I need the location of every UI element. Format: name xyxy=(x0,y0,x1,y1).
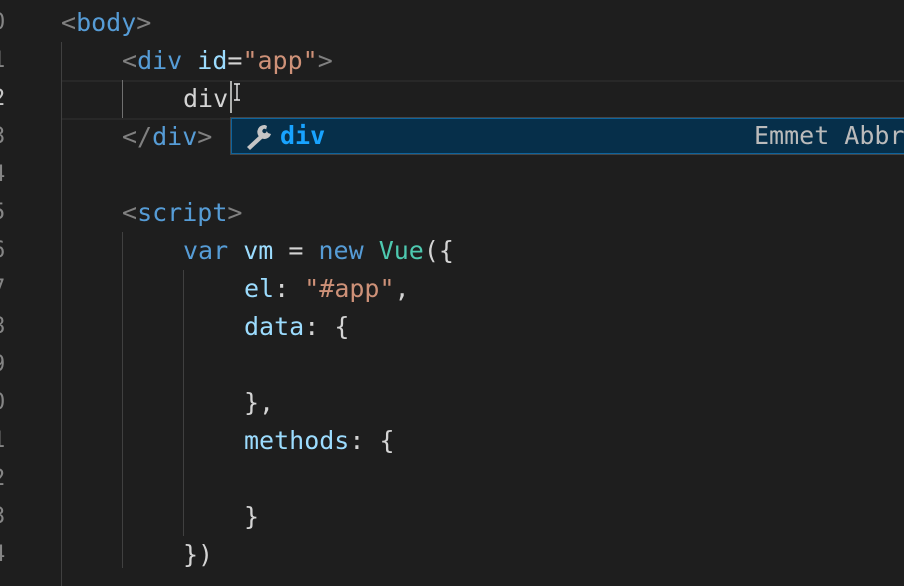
line-number: 5 xyxy=(0,194,12,232)
code-line-vue-instance: var vm = new Vue({ xyxy=(183,236,454,265)
code-editor[interactable]: 0 1 2 3 4 5 6 7 8 9 0 1 2 3 4 <body> <di… xyxy=(0,0,904,586)
line-number: 1 xyxy=(0,422,12,460)
indent-guide xyxy=(61,42,62,586)
code-line-data-close: }, xyxy=(244,388,275,417)
code-line-methods: methods: { xyxy=(244,426,395,455)
line-number: 6 xyxy=(0,232,12,270)
code-line-methods-close: } xyxy=(244,502,260,531)
code-line-script-open: <script> xyxy=(122,198,243,227)
line-number: 8 xyxy=(0,308,12,346)
ibeam-cursor-icon xyxy=(234,83,240,101)
suggest-item-div[interactable]: div Emmet Abbr xyxy=(231,118,904,154)
line-number: 3 xyxy=(0,498,12,536)
code-line-data: data: { xyxy=(244,312,350,341)
line-number: 0 xyxy=(0,384,12,422)
code-line-el: el: "#app", xyxy=(244,274,410,303)
suggest-item-detail: Emmet Abbr xyxy=(754,121,904,150)
suggest-widget: div Emmet Abbr xyxy=(230,117,904,155)
wrench-icon xyxy=(247,124,271,150)
suggest-item-label: div xyxy=(280,121,326,150)
indent-guide xyxy=(183,270,184,536)
code-line-div-close: </div> xyxy=(122,122,213,151)
line-number-gutter: 0 1 2 3 4 5 6 7 8 9 0 1 2 3 4 xyxy=(0,0,40,586)
code-line-typed: div xyxy=(183,84,229,113)
line-number: 3 xyxy=(0,118,12,156)
line-number: 9 xyxy=(0,346,12,384)
code-line-div-open: <div id="app"> xyxy=(122,46,333,75)
code-line-vue-close: }) xyxy=(183,540,214,569)
code-line-body-open: <body> xyxy=(61,8,152,37)
line-number: 4 xyxy=(0,536,12,574)
line-number-active: 2 xyxy=(0,80,12,118)
indent-guide xyxy=(122,232,123,568)
line-number: 0 xyxy=(0,4,12,42)
line-number: 1 xyxy=(0,42,12,80)
indent-guide-active xyxy=(122,80,123,118)
line-number: 4 xyxy=(0,156,12,194)
line-number: 7 xyxy=(0,270,12,308)
line-number: 2 xyxy=(0,460,12,498)
